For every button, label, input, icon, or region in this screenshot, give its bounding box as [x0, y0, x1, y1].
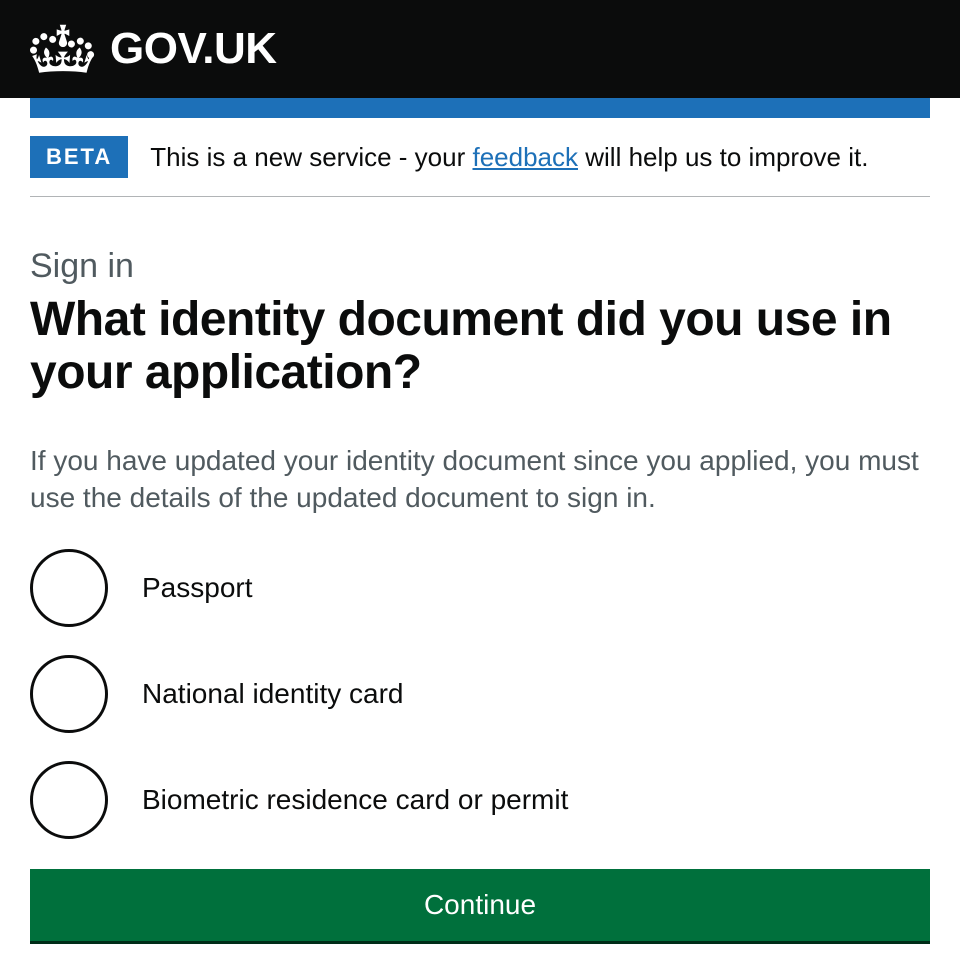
phase-banner-text: This is a new service - your feedback wi… [150, 142, 868, 173]
page-heading: What identity document did you use in yo… [30, 294, 930, 400]
radio-label: Biometric residence card or permit [142, 784, 568, 816]
phase-banner: BETA This is a new service - your feedba… [30, 118, 930, 197]
radio-circle-icon [30, 549, 108, 627]
hint-text: If you have updated your identity docume… [30, 442, 930, 518]
radio-label: National identity card [142, 678, 403, 710]
caption: Sign in [30, 247, 930, 286]
radio-national-id[interactable]: National identity card [30, 655, 930, 733]
continue-button[interactable]: Continue [30, 869, 930, 941]
radio-passport[interactable]: Passport [30, 549, 930, 627]
radio-label: Passport [142, 572, 253, 604]
radio-circle-icon [30, 761, 108, 839]
site-header: GOV.UK [0, 0, 960, 98]
crown-icon [30, 22, 96, 76]
feedback-link[interactable]: feedback [472, 142, 578, 172]
phase-text-before: This is a new service - your [150, 142, 472, 172]
beta-tag: BETA [30, 136, 128, 178]
blue-strip [30, 98, 930, 118]
govuk-logo[interactable]: GOV.UK [30, 22, 277, 76]
logo-text: GOV.UK [110, 24, 277, 74]
phase-text-after: will help us to improve it. [578, 142, 868, 172]
radio-circle-icon [30, 655, 108, 733]
radio-group: Passport National identity card Biometri… [30, 549, 930, 839]
radio-biometric[interactable]: Biometric residence card or permit [30, 761, 930, 839]
